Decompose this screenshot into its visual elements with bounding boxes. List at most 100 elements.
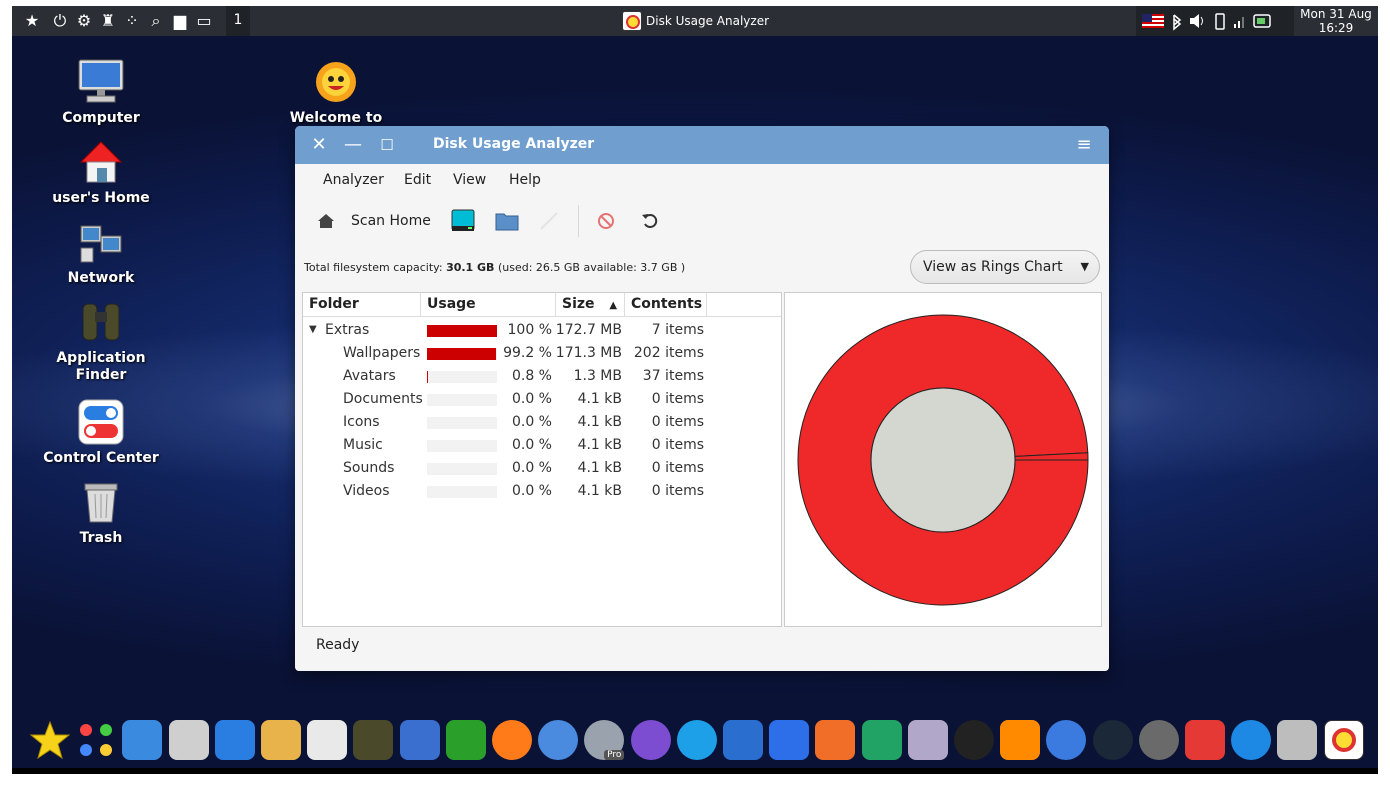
qbittorrent-icon[interactable] xyxy=(1046,720,1087,760)
view-mode-value: View as Rings Chart xyxy=(923,259,1063,275)
presentation-icon[interactable] xyxy=(815,720,856,760)
hamburger-menu-icon[interactable]: ≡ xyxy=(1074,135,1094,155)
refresh-button[interactable] xyxy=(641,198,659,244)
scan-home-button[interactable]: Scan Home xyxy=(317,198,431,244)
folder-row[interactable]: Documents 0.0 % 4.1 kB 0 items xyxy=(303,388,781,411)
menu-help[interactable]: Help xyxy=(509,172,541,188)
writer-icon[interactable] xyxy=(769,720,810,760)
power-icon[interactable]: ⏻ xyxy=(50,11,70,31)
usage-bar-fill xyxy=(427,325,497,337)
menu-edit[interactable]: Edit xyxy=(404,172,431,188)
firefox-icon[interactable] xyxy=(492,720,532,760)
disk-usage-icon[interactable] xyxy=(1323,720,1364,760)
column-header-size[interactable]: Size ▲ xyxy=(556,293,625,317)
folder-name: Avatars xyxy=(343,368,396,384)
folder-tree[interactable]: Folder Usage Size ▲ Contents ▼ Extras 100 … xyxy=(302,292,782,627)
search-icon[interactable]: ⌕ xyxy=(146,11,166,31)
desktop-icon-control-center[interactable]: Control Center xyxy=(41,398,161,467)
pipe-icon[interactable] xyxy=(445,720,486,760)
appearance-icon[interactable] xyxy=(261,720,301,760)
show-desktop-icon[interactable]: ▭ xyxy=(194,11,214,31)
amazon-icon[interactable] xyxy=(954,720,994,760)
minimize-icon[interactable]: — xyxy=(343,135,363,155)
apps-grid-icon[interactable]: ⁘ xyxy=(122,11,142,31)
expander-down-icon[interactable]: ▼ xyxy=(309,324,317,335)
desktop-icon-application-finder[interactable]: Application Finder xyxy=(41,298,161,384)
trash-icon[interactable] xyxy=(1277,720,1318,760)
anydesk-icon[interactable] xyxy=(1185,720,1225,760)
usage-bar xyxy=(427,371,497,383)
vlc-icon[interactable] xyxy=(1000,720,1041,760)
clock-date: Mon 31 Aug xyxy=(1300,7,1372,21)
ring-center-extras[interactable] xyxy=(870,387,1016,533)
folder-icon[interactable]: ▆ xyxy=(170,11,190,31)
desktop-icon-computer[interactable]: Computer xyxy=(41,58,161,127)
folder-contents: 7 items xyxy=(651,322,704,338)
usage-bar xyxy=(427,348,497,360)
titlebar[interactable]: ✕ — ☐ Disk Usage Analyzer ≡ xyxy=(295,126,1109,164)
folder-size: 4.1 kB xyxy=(577,483,622,499)
star-icon[interactable]: ★ xyxy=(22,11,42,31)
desktop: ★ ⏻ ⚙ ♜ ⁘ ⌕ ▆ ▭ 1 Disk Usage Analyzer Mo… xyxy=(12,6,1378,774)
maximize-icon[interactable]: ☐ xyxy=(377,135,397,155)
photo-icon[interactable] xyxy=(907,720,948,760)
menu-view[interactable]: View xyxy=(453,172,486,188)
binoculars-icon[interactable]: ♜ xyxy=(98,11,118,31)
rings-chart-pane[interactable] xyxy=(784,292,1102,627)
close-icon[interactable]: ✕ xyxy=(309,135,329,155)
usage-percent: 0.0 % xyxy=(511,483,552,499)
menu-analyzer[interactable]: Analyzer xyxy=(323,172,384,188)
view-mode-select[interactable]: View as Rings Chart ▼ xyxy=(910,250,1100,284)
settings-toggle-icon[interactable]: ⚙ xyxy=(74,11,94,31)
desktop-icon-network[interactable]: Network xyxy=(41,218,161,287)
usage-bar xyxy=(427,463,497,475)
desktop-icon-trash[interactable]: Trash xyxy=(41,478,161,547)
window-icon[interactable] xyxy=(122,720,163,760)
folder-row[interactable]: ▼ Extras 100 % 172.7 MB 7 items xyxy=(303,319,781,342)
files-icon[interactable] xyxy=(168,720,209,760)
viber-icon[interactable] xyxy=(630,720,671,760)
folder-size: 4.1 kB xyxy=(577,460,622,476)
backup-icon[interactable] xyxy=(1138,720,1179,760)
desktop-icon-home[interactable]: user's Home xyxy=(41,138,161,207)
folder-icon xyxy=(495,213,519,231)
folder-name: Sounds xyxy=(343,460,395,476)
column-header-folder[interactable]: Folder xyxy=(303,293,421,317)
column-header-contents[interactable]: Contents xyxy=(625,293,707,317)
chevron-down-icon: ▼ xyxy=(1080,260,1089,273)
mail-icon[interactable] xyxy=(723,720,763,760)
skype-icon[interactable] xyxy=(676,720,717,760)
software-icon[interactable] xyxy=(307,720,348,760)
computer-icon xyxy=(77,58,125,106)
favorites-icon[interactable] xyxy=(29,720,71,760)
spreadsheet-icon[interactable] xyxy=(861,720,902,760)
steam-icon[interactable] xyxy=(1092,720,1133,760)
stop-button[interactable] xyxy=(597,198,615,244)
apps-icon[interactable] xyxy=(76,720,116,760)
launcher-icon[interactable] xyxy=(399,720,440,760)
folder-name: Wallpapers xyxy=(343,345,421,361)
folder-row[interactable]: Sounds 0.0 % 4.1 kB 0 items xyxy=(303,457,781,480)
rings-chart[interactable] xyxy=(785,293,1101,626)
folder-row[interactable]: Music 0.0 % 4.1 kB 0 items xyxy=(303,434,781,457)
clock[interactable]: Mon 31 Aug 16:29 xyxy=(1294,6,1378,36)
scan-filesystem-button[interactable] xyxy=(451,198,475,244)
finder-icon[interactable] xyxy=(353,720,394,760)
signal-icon xyxy=(1234,17,1244,28)
taskbar-item-disk-usage[interactable]: Disk Usage Analyzer xyxy=(618,9,769,33)
desktop-icon-welcome[interactable]: Welcome to xyxy=(276,58,396,127)
scan-home-label: Scan Home xyxy=(351,213,431,229)
chrome-icon[interactable] xyxy=(538,720,579,760)
folder-row[interactable]: Wallpapers 99.2 % 171.3 MB 202 items xyxy=(303,342,781,365)
teamviewer-icon[interactable] xyxy=(1231,720,1272,760)
folder-row[interactable]: Videos 0.0 % 4.1 kB 0 items xyxy=(303,480,781,503)
settings-icon[interactable] xyxy=(214,720,255,760)
folder-row[interactable]: Avatars 0.8 % 1.3 MB 37 items xyxy=(303,365,781,388)
workspace-switcher[interactable]: 1 xyxy=(226,6,250,36)
toggles-icon xyxy=(77,398,125,446)
column-header-usage[interactable]: Usage xyxy=(421,293,556,317)
usage-percent: 100 % xyxy=(507,322,552,338)
folder-row[interactable]: Icons 0.0 % 4.1 kB 0 items xyxy=(303,411,781,434)
earth-pro-icon[interactable]: Pro xyxy=(584,720,625,760)
scan-folder-button[interactable] xyxy=(495,198,519,244)
